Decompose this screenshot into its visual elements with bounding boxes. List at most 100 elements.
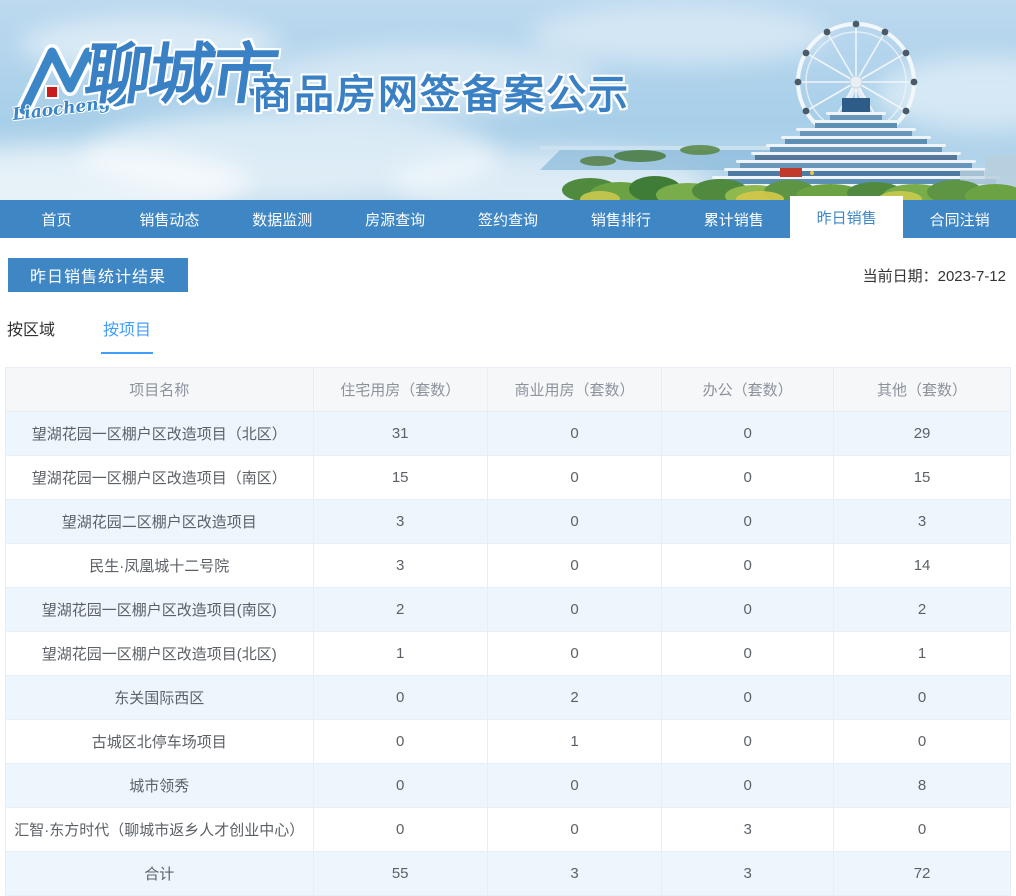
cell-project-name: 望湖花园一区棚户区改造项目（南区） bbox=[5, 455, 314, 500]
nav-item-label: 数据监测 bbox=[252, 211, 313, 229]
nav-item-contract-cancel[interactable]: 合同注销 bbox=[903, 200, 1016, 238]
table-row: 望湖花园一区棚户区改造项目(南区) 2 0 0 2 bbox=[5, 587, 1011, 632]
nav-item-sales-trends[interactable]: 销售动态 bbox=[113, 200, 226, 238]
nav-item-sales-ranking[interactable]: 销售排行 bbox=[564, 200, 677, 238]
cell-office-units: 0 bbox=[661, 543, 835, 588]
sales-table-wrap: 项目名称 住宅用房（套数） 商业用房（套数） 办公（套数） 其他（套数） 望湖花… bbox=[5, 367, 1011, 896]
nav-item-home[interactable]: 首页 bbox=[0, 200, 113, 238]
cell-office-units: 0 bbox=[661, 499, 835, 544]
cell-commercial-units: 2 bbox=[486, 675, 663, 720]
column-header: 办公（套数） bbox=[661, 367, 835, 412]
cell-other-units: 72 bbox=[833, 851, 1011, 896]
table-row: 望湖花园一区棚户区改造项目(北区) 1 0 0 1 bbox=[5, 631, 1011, 676]
cell-residential-units: 55 bbox=[312, 851, 488, 896]
nav-item-data-monitor[interactable]: 数据监测 bbox=[226, 200, 339, 238]
banner-title: 商品房网签备案公示 bbox=[252, 73, 630, 117]
cell-office-units: 0 bbox=[661, 587, 835, 632]
cell-residential-units: 1 bbox=[312, 631, 488, 676]
cell-project-name: 合计 bbox=[5, 851, 314, 896]
tab-by-project[interactable]: 按项目 bbox=[101, 316, 154, 354]
cell-office-units: 0 bbox=[661, 631, 835, 676]
cell-other-units: 29 bbox=[833, 411, 1011, 456]
table-row: 望湖花园一区棚户区改造项目（南区） 15 0 0 15 bbox=[5, 455, 1011, 500]
cell-commercial-units: 3 bbox=[486, 851, 663, 896]
cell-commercial-units: 0 bbox=[486, 631, 663, 676]
cell-commercial-units: 0 bbox=[486, 455, 663, 500]
cell-other-units: 0 bbox=[833, 675, 1011, 720]
cell-project-name: 望湖花园二区棚户区改造项目 bbox=[5, 499, 314, 544]
cell-commercial-units: 0 bbox=[486, 587, 663, 632]
cell-project-name: 望湖花园一区棚户区改造项目（北区） bbox=[5, 411, 314, 456]
cell-other-units: 2 bbox=[833, 587, 1011, 632]
nav-item-signing-query[interactable]: 签约查询 bbox=[452, 200, 565, 238]
cell-project-name: 望湖花园一区棚户区改造项目(南区) bbox=[5, 587, 314, 632]
column-header: 住宅用房（套数） bbox=[312, 367, 488, 412]
cell-office-units: 0 bbox=[661, 455, 835, 500]
yesterday-sales-table: 项目名称 住宅用房（套数） 商业用房（套数） 办公（套数） 其他（套数） 望湖花… bbox=[5, 367, 1011, 896]
cell-office-units: 0 bbox=[661, 719, 835, 764]
table-header-row: 项目名称 住宅用房（套数） 商业用房（套数） 办公（套数） 其他（套数） bbox=[5, 367, 1011, 412]
table-row: 东关国际西区 0 2 0 0 bbox=[5, 675, 1011, 720]
cell-project-name: 望湖花园一区棚户区改造项目(北区) bbox=[5, 631, 314, 676]
table-row: 民生·凤凰城十二号院 3 0 0 14 bbox=[5, 543, 1011, 588]
cell-office-units: 3 bbox=[661, 807, 835, 852]
cell-residential-units: 0 bbox=[312, 719, 488, 764]
table-row: 城市领秀 0 0 0 8 bbox=[5, 763, 1011, 808]
cell-residential-units: 0 bbox=[312, 763, 488, 808]
nav-item-total-sales[interactable]: 累计销售 bbox=[677, 200, 790, 238]
page-head: 昨日销售统计结果 当前日期：2023-7-12 bbox=[8, 258, 1008, 292]
nav-item-yesterday-sales[interactable]: 昨日销售 bbox=[790, 196, 904, 238]
section-title: 昨日销售统计结果 bbox=[8, 258, 188, 292]
cell-other-units: 8 bbox=[833, 763, 1011, 808]
cell-other-units: 1 bbox=[833, 631, 1011, 676]
nav-item-label: 销售动态 bbox=[139, 211, 200, 229]
cell-commercial-units: 0 bbox=[486, 411, 663, 456]
cell-office-units: 3 bbox=[661, 851, 835, 896]
cell-commercial-units: 0 bbox=[486, 763, 663, 808]
cell-residential-units: 2 bbox=[312, 587, 488, 632]
cell-residential-units: 0 bbox=[312, 807, 488, 852]
nav-item-label: 销售排行 bbox=[590, 211, 651, 229]
cell-commercial-units: 0 bbox=[486, 807, 663, 852]
table-row: 望湖花园一区棚户区改造项目（北区） 31 0 0 29 bbox=[5, 411, 1011, 456]
cell-residential-units: 3 bbox=[312, 499, 488, 544]
cell-other-units: 3 bbox=[833, 499, 1011, 544]
nav-item-label: 签约查询 bbox=[478, 211, 539, 229]
table-row: 望湖花园二区棚户区改造项目 3 0 0 3 bbox=[5, 499, 1011, 544]
cell-office-units: 0 bbox=[661, 675, 835, 720]
cell-office-units: 0 bbox=[661, 763, 835, 808]
table-row: 合计 55 3 3 72 bbox=[5, 851, 1011, 896]
cell-residential-units: 15 bbox=[312, 455, 488, 500]
cell-project-name: 民生·凤凰城十二号院 bbox=[5, 543, 314, 588]
cell-residential-units: 31 bbox=[312, 411, 488, 456]
current-date-label: 当前日期： bbox=[862, 267, 938, 285]
cell-project-name: 城市领秀 bbox=[5, 763, 314, 808]
cell-office-units: 0 bbox=[661, 411, 835, 456]
logo-city-text: 聊城市 bbox=[80, 37, 281, 111]
nav-item-label: 合同注销 bbox=[929, 211, 990, 229]
current-date-value: 2023-7-12 bbox=[937, 267, 1006, 285]
table-row: 汇智·东方时代（聊城市返乡人才创业中心） 0 0 3 0 bbox=[5, 807, 1011, 852]
cell-project-name: 东关国际西区 bbox=[5, 675, 314, 720]
cell-project-name: 汇智·东方时代（聊城市返乡人才创业中心） bbox=[5, 807, 314, 852]
cell-other-units: 15 bbox=[833, 455, 1011, 500]
current-date: 当前日期：2023-7-12 bbox=[863, 265, 1008, 286]
cell-commercial-units: 0 bbox=[486, 499, 663, 544]
cell-commercial-units: 1 bbox=[486, 719, 663, 764]
tab-by-region[interactable]: 按区域 bbox=[5, 316, 57, 354]
nav-item-listing-query[interactable]: 房源查询 bbox=[339, 200, 452, 238]
cell-residential-units: 3 bbox=[312, 543, 488, 588]
cell-other-units: 0 bbox=[833, 719, 1011, 764]
column-header: 项目名称 bbox=[5, 367, 314, 412]
nav-item-label: 累计销售 bbox=[703, 211, 764, 229]
column-header: 其他（套数） bbox=[833, 367, 1011, 412]
view-tabs: 按区域 按项目 bbox=[0, 316, 1016, 354]
main-nav: 首页 销售动态 数据监测 房源查询 签约查询 销售排行 累计销售 昨日销售 合同… bbox=[0, 196, 1016, 238]
header-banner: Liaocheng 聊城市 商品房网签备案公示 bbox=[0, 0, 1016, 200]
cell-other-units: 14 bbox=[833, 543, 1011, 588]
nav-item-label: 首页 bbox=[41, 211, 72, 229]
nav-item-label: 房源查询 bbox=[365, 211, 426, 229]
cell-project-name: 古城区北停车场项目 bbox=[5, 719, 314, 764]
nav-item-label: 昨日销售 bbox=[816, 209, 877, 227]
cell-commercial-units: 0 bbox=[486, 543, 663, 588]
